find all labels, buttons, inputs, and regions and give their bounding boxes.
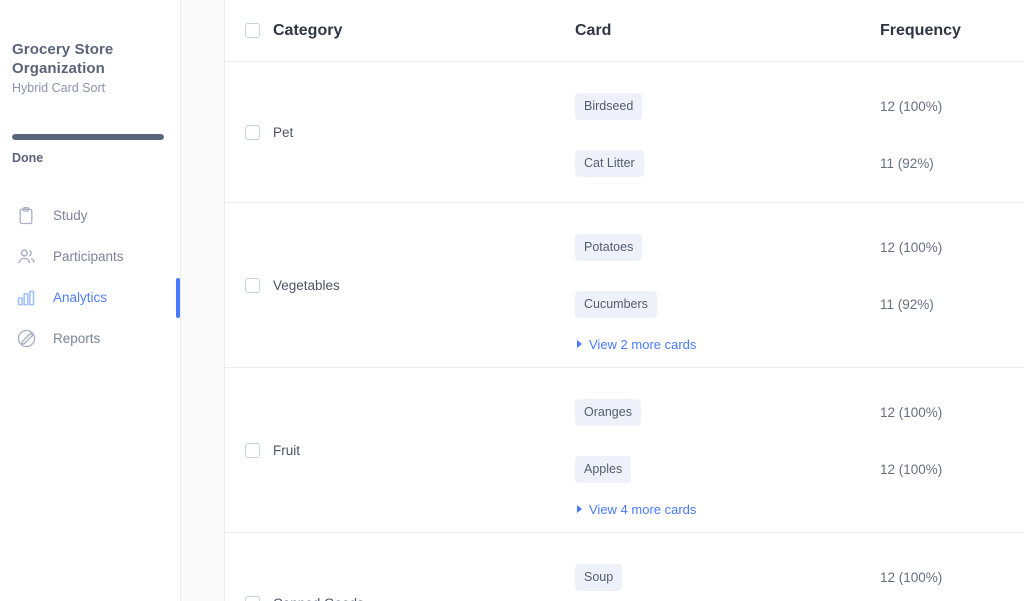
row-cell-cards: SoupSalsa <box>575 533 880 601</box>
view-more-cards-link[interactable]: View 2 more cards <box>575 331 880 357</box>
card-chip[interactable]: Oranges <box>575 399 641 426</box>
frequency-value: 12 (100%) <box>880 99 943 114</box>
select-all-checkbox[interactable] <box>245 23 260 38</box>
study-subtitle: Hybrid Card Sort <box>12 81 106 95</box>
category-label: Canned Goods <box>273 596 364 601</box>
card-chip[interactable]: Cucumbers <box>575 291 657 318</box>
frequency-spacer <box>880 496 1024 522</box>
row-checkbox[interactable] <box>245 442 260 458</box>
header-label-frequency: Frequency <box>880 21 961 39</box>
sidebar-item-reports[interactable]: Reports <box>12 318 168 359</box>
card-line: Oranges <box>575 384 880 441</box>
card-chip[interactable]: Birdseed <box>575 93 643 120</box>
table-row: Fruit Oranges Apples View 4 more cards 12 (1… <box>225 368 1024 533</box>
table-row: Vegetables Potatoes Cucumbers View 2 more c… <box>225 203 1024 368</box>
sidebar-item-analytics[interactable]: Analytics <box>12 277 168 318</box>
sidebar-item-label: Participants <box>53 249 124 264</box>
sidebar: Grocery Store Organization Hybrid Card S… <box>0 0 180 601</box>
frequency-line: 11 (92%) <box>880 135 1024 192</box>
row-checkbox[interactable] <box>245 277 260 293</box>
active-nav-indicator <box>176 277 180 318</box>
category-label: Vegetables <box>273 277 340 293</box>
row-cell-frequency: 12 (100%) 11 (92%) <box>880 203 1024 367</box>
row-cell-cards: Potatoes Cucumbers View 2 more cards <box>575 203 880 367</box>
card-line: Soup <box>575 549 880 601</box>
row-cell-category: Pet <box>245 62 575 202</box>
frequency-spacer <box>880 331 1024 357</box>
view-more-cards-label: View 2 more cards <box>589 336 697 352</box>
clipboard-icon <box>15 205 37 227</box>
card-chip[interactable]: Potatoes <box>575 234 643 261</box>
table-row: Pet Birdseed Cat Litter 12 (100%) 11 (92%) <box>225 62 1024 203</box>
frequency-line: 12 (100%) <box>880 441 1024 498</box>
frequency-value: 12 (100%) <box>880 405 943 420</box>
frequency-line: 12 (100%) <box>880 549 1024 601</box>
study-title: Grocery Store Organization <box>12 41 114 77</box>
frequency-line: 12 (100%) <box>880 78 1024 135</box>
card-chip[interactable]: Cat Litter <box>575 150 644 177</box>
card-chip[interactable]: Soup <box>575 564 623 591</box>
progress-bar <box>12 134 164 140</box>
table-body: Pet Birdseed Cat Litter 12 (100%) 11 (92%) Ve… <box>225 62 1024 601</box>
header-cell-frequency: Frequency <box>880 22 1024 40</box>
sidebar-item-label: Study <box>53 208 88 223</box>
sidebar-item-study[interactable]: Study <box>12 195 168 236</box>
sidebar-item-label: Analytics <box>53 290 108 305</box>
app-root: Grocery Store Organization Hybrid Card S… <box>0 0 1024 601</box>
card-line: Birdseed <box>575 78 880 135</box>
header-label-card: Card <box>575 21 612 39</box>
frequency-line: 11 (92%) <box>880 276 1024 333</box>
card-line: Apples <box>575 441 880 498</box>
pencil-circle-icon <box>15 328 37 350</box>
category-label: Fruit <box>273 442 300 458</box>
view-more-cards-label: View 4 more cards <box>589 501 697 517</box>
sidebar-item-label: Reports <box>53 331 101 346</box>
row-cell-cards: Birdseed Cat Litter <box>575 62 880 202</box>
row-cell-cards: Oranges Apples View 4 more cards <box>575 368 880 532</box>
frequency-value: 12 (100%) <box>880 462 943 477</box>
progress-section: Done <box>12 134 168 165</box>
secondary-panel <box>180 0 225 601</box>
chevron-right-icon <box>577 340 582 348</box>
row-cell-frequency: 12 (100%) 12 (100%) <box>880 368 1024 532</box>
row-checkbox[interactable] <box>245 595 260 601</box>
card-chip[interactable]: Apples <box>575 456 632 483</box>
people-icon <box>15 246 37 268</box>
sidebar-item-participants[interactable]: Participants <box>12 236 168 277</box>
frequency-line: 12 (100%) <box>880 219 1024 276</box>
card-line: Potatoes <box>575 219 880 276</box>
main-content: Category Card Frequency Pet Birdseed Cat L… <box>225 0 1024 601</box>
frequency-line: 12 (100%) <box>880 384 1024 441</box>
sidebar-nav: Study Participants Analytics Reports <box>12 195 168 359</box>
row-cell-category: Fruit <box>245 368 575 532</box>
row-cell-frequency: 12 (100%) 11 (92%) <box>880 62 1024 202</box>
category-label: Pet <box>273 124 294 140</box>
row-checkbox[interactable] <box>245 124 260 140</box>
frequency-value: 12 (100%) <box>880 240 943 255</box>
progress-label: Done <box>12 151 44 165</box>
frequency-value: 11 (92%) <box>880 297 934 312</box>
header-cell-card: Card <box>575 22 880 40</box>
card-line: Cat Litter <box>575 135 880 192</box>
frequency-value: 11 (92%) <box>880 156 934 171</box>
row-cell-frequency: 12 (100%)1 (8%) <box>880 533 1024 601</box>
row-cell-category: Canned Goods <box>245 533 575 601</box>
table-row: Canned Goods SoupSalsa12 (100%)1 (8%) <box>225 533 1024 601</box>
chevron-right-icon <box>577 505 582 513</box>
results-table: Category Card Frequency Pet Birdseed Cat L… <box>225 0 1024 601</box>
header-label-category: Category <box>273 21 343 39</box>
progress-bar-fill <box>12 134 164 140</box>
card-line: Cucumbers <box>575 276 880 333</box>
table-header-row: Category Card Frequency <box>225 0 1024 62</box>
view-more-cards-link[interactable]: View 4 more cards <box>575 496 880 522</box>
row-cell-category: Vegetables <box>245 203 575 367</box>
frequency-value: 12 (100%) <box>880 570 943 585</box>
header-cell-category: Category <box>245 22 575 40</box>
bar-chart-icon <box>15 287 37 309</box>
